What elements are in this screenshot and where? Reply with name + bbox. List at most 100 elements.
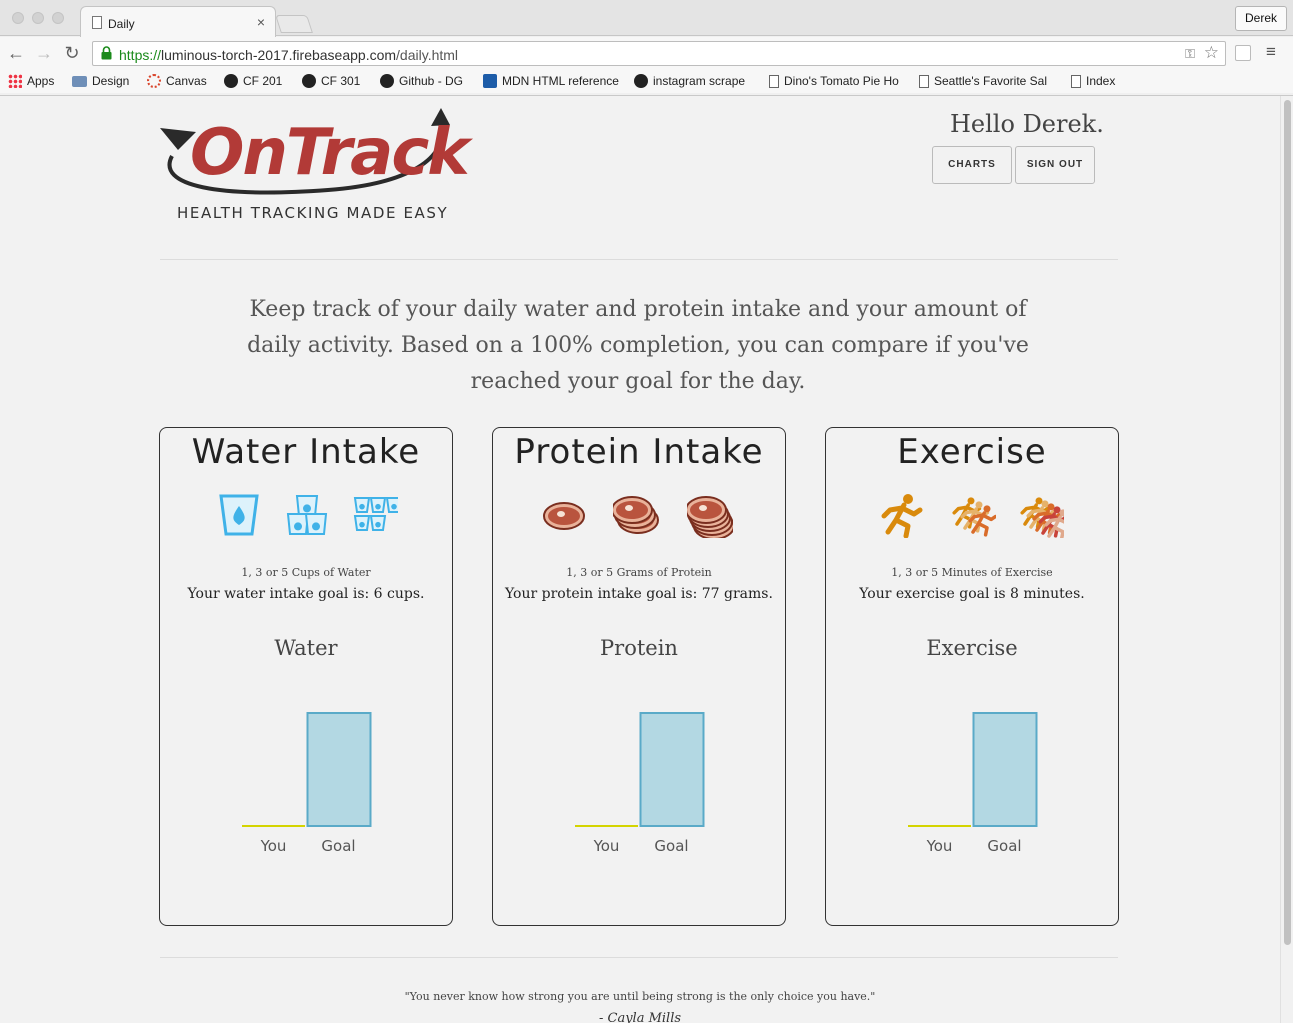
water-cups-5-icon[interactable] [352,492,403,538]
bookmark-star-icon[interactable]: ☆ [1204,43,1219,63]
footer-quote: "You never know how strong you are until… [404,990,876,1003]
goal-text: Your exercise goal is 8 minutes. [859,586,1085,602]
header-divider [160,259,1118,260]
bookmark-item[interactable]: CF 201 [224,74,282,88]
zoom-window-button[interactable] [52,12,64,24]
bookmark-item[interactable]: Seattle's Favorite Sal [919,74,1047,88]
scrollbar-thumb[interactable] [1284,100,1291,945]
card-subtitle: 1, 3 or 5 Grams of Protein [566,566,712,579]
bookmark-label: Design [92,74,130,88]
url-text: https://luminous-torch-2017.firebaseapp.… [119,47,459,63]
bookmark-label: Canvas [166,74,207,88]
tab-strip: Daily × Derek [0,0,1293,37]
tick-label: Goal [654,837,688,855]
github-icon [224,74,238,88]
bar-goal [639,712,705,827]
sign-out-button[interactable]: SIGN OUT [1015,146,1095,184]
bar-goal [972,712,1038,827]
page-icon [1071,74,1081,88]
bookmark-label: Seattle's Favorite Sal [934,74,1048,88]
bookmarks-bar: Apps Design Canvas CF 201 CF 301 Github - DG M… [0,71,1293,93]
back-icon[interactable]: ← [6,43,26,64]
key-icon[interactable]: ⚿ [1185,46,1195,62]
address-bar[interactable]: https://luminous-torch-2017.firebaseapp.… [92,41,1226,66]
amount-options [493,492,785,540]
new-tab-button[interactable] [275,15,313,33]
browser-chrome: Daily × Derek ← → ↻ https://luminous-tor… [0,0,1293,96]
charts-button[interactable]: CHARTS [932,146,1012,184]
bookmark-label: MDN HTML reference [502,74,619,88]
steak-1-icon[interactable] [541,492,587,538]
reload-icon[interactable]: ↻ [62,43,82,64]
protein-bar-chart: You Goal [575,712,705,855]
runner-5-icon[interactable] [1018,492,1074,541]
browser-toolbar: ← → ↻ https://luminous-torch-2017.fireba… [0,37,1293,71]
minimize-window-button[interactable] [32,12,44,24]
water-card: Water Intake 1, 3 or 5 Cups of Water Your … [159,427,453,926]
bookmark-item[interactable]: Index [1071,74,1115,88]
bookmark-label: Github - DG [399,74,464,88]
forward-icon[interactable]: → [34,43,54,64]
github-icon [634,74,648,88]
tick-label: Goal [987,837,1021,855]
chart-title: Protein [600,636,678,660]
lock-icon [101,46,112,60]
logo-tagline: HEALTH TRACKING MADE EASY [177,204,449,222]
runner-1-icon[interactable] [878,492,924,539]
bookmark-label: Index [1086,74,1116,88]
quote-author: - Cayla Mills [598,1011,682,1023]
github-icon [380,74,394,88]
page-viewport: OnTrack HEALTH TRACKING MADE EASY Hello … [0,96,1280,1023]
tab-daily[interactable]: Daily × [80,6,276,37]
protein-card: Protein Intake 1, 3 or 5 Grams of Protein… [492,427,786,926]
greeting: Hello Derek. [950,110,1104,138]
chart-title: Exercise [926,636,1018,660]
page-scrollbar[interactable] [1280,96,1293,1023]
amount-options [160,492,452,538]
steak-3-icon[interactable] [611,492,659,538]
bookmark-item[interactable]: Apps [8,74,54,88]
water-cups-3-icon[interactable] [286,492,332,538]
bookmark-item[interactable]: instagram scrape [634,74,745,88]
runner-3-icon[interactable] [950,492,998,538]
canvas-icon [147,74,161,88]
exercise-bar-chart: You Goal [908,712,1038,855]
card-subtitle: 1, 3 or 5 Minutes of Exercise [891,566,1053,579]
bookmark-item[interactable]: Design [72,74,129,88]
page-icon [919,74,929,88]
tick-label: You [260,837,287,855]
logo-wordmark: OnTrack [190,116,470,190]
page-icon [92,16,102,29]
bookmark-item[interactable]: MDN HTML reference [483,74,619,88]
steak-5-icon[interactable] [685,492,735,540]
card-title: Water Intake [191,432,421,472]
bookmark-item[interactable]: Github - DG [380,74,463,88]
bookmark-label: Dino's Tomato Pie Ho [784,74,899,88]
extension-icon[interactable] [1235,45,1251,61]
card-title: Exercise [897,432,1047,472]
page-icon [769,74,779,88]
tab-title: Daily [108,17,135,31]
folder-icon [72,75,87,87]
apps-grid-icon [8,74,22,88]
goal-text: Your water intake goal is: 6 cups. [187,586,425,602]
tick-label: You [593,837,620,855]
tick-label: You [926,837,953,855]
footer-divider [160,957,1118,958]
intro-text: Keep track of your daily water and prote… [247,297,1029,394]
profile-button[interactable]: Derek [1234,6,1287,31]
tab-close-icon[interactable]: × [257,14,265,30]
water-bar-chart: You Goal [242,712,372,855]
bookmark-item[interactable]: Canvas [147,74,207,88]
bookmark-item[interactable]: CF 301 [302,74,360,88]
card-title: Protein Intake [514,432,764,472]
water-cup-1-icon[interactable] [216,492,262,538]
bar-goal [306,712,372,827]
bookmark-label: CF 301 [321,74,361,88]
bookmark-label: instagram scrape [653,74,746,88]
bookmark-item[interactable]: Dino's Tomato Pie Ho [769,74,899,88]
amount-options [826,492,1118,541]
menu-icon[interactable]: ≡ [1266,42,1276,62]
close-window-button[interactable] [12,12,24,24]
mdn-icon [483,74,497,88]
